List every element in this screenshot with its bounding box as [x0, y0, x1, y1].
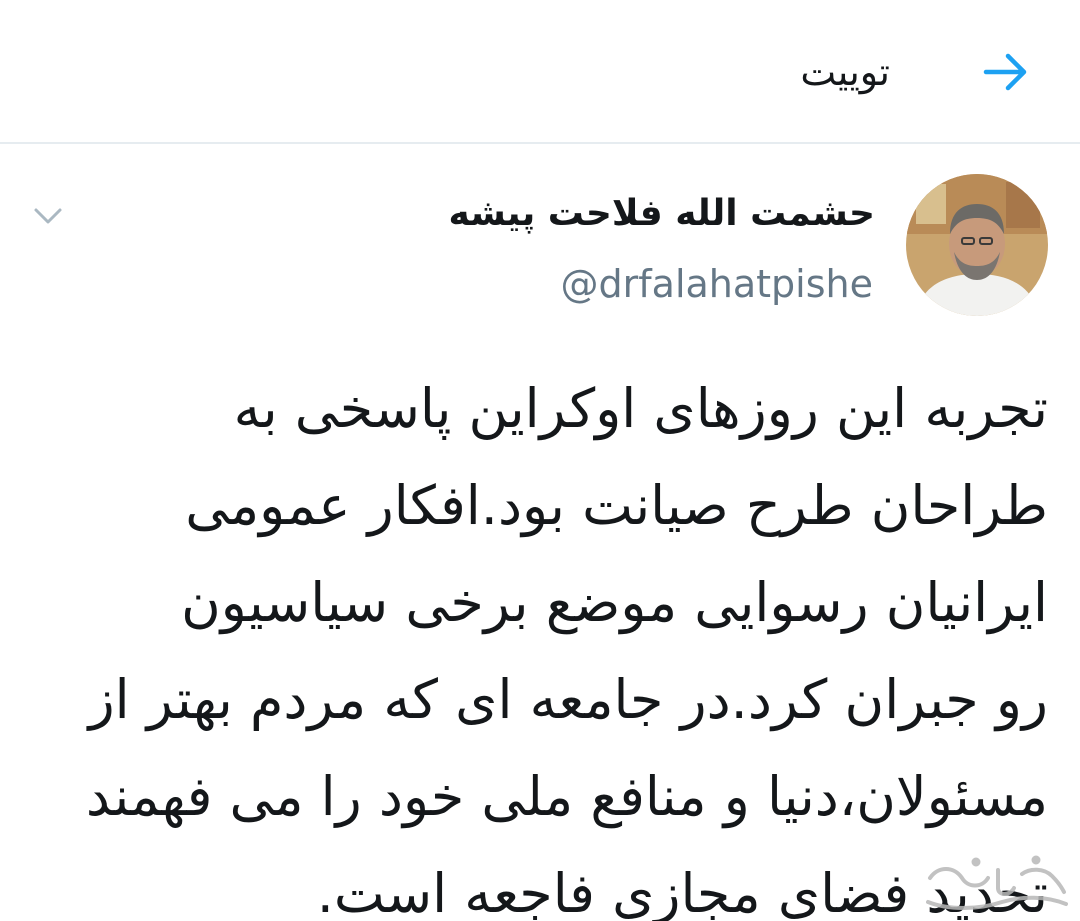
author-handle[interactable]: @drfalahatpishe [561, 258, 873, 310]
tweet-text-line: ایرانیان رسوایی موضع برخی سیاسیون [181, 571, 1048, 634]
author-display-name[interactable]: حشمت الله فلاحت پیشه [449, 190, 875, 238]
chevron-down-icon [34, 208, 62, 224]
avatar[interactable] [906, 174, 1048, 316]
tweet-text-line: تجربه این روزهای اوکراین پاسخی به [233, 377, 1048, 440]
avatar-photo [906, 174, 1048, 316]
tweet-text-line: رو جبران کرد.در جامعه ای که مردم بهتر از [88, 668, 1048, 731]
arrow-right-icon [983, 53, 1027, 91]
tweet-screen: توییت حشمت الله فلاحت پیشه @drfalahatpis… [0, 0, 1080, 921]
page-title: توییت [800, 50, 890, 94]
site-watermark-logo [918, 848, 1074, 918]
tweet-menu-button[interactable] [28, 196, 68, 236]
tweet-text-line: تحدید فضای مجازی فاجعه است. [316, 862, 1048, 921]
back-button[interactable] [978, 44, 1034, 100]
watermark-logo-graphic [926, 855, 1068, 910]
top-app-bar: توییت [0, 0, 1080, 144]
tweet-text-line: طراحان طرح صیانت بود.افکار عمومی [185, 474, 1048, 537]
tweet-text-line: مسئولان،دنیا و منافع ملی خود را می فهمند [85, 765, 1048, 828]
tweet-body: تجربه این روزهای اوکراین پاسخی به طراحان… [28, 360, 1048, 921]
